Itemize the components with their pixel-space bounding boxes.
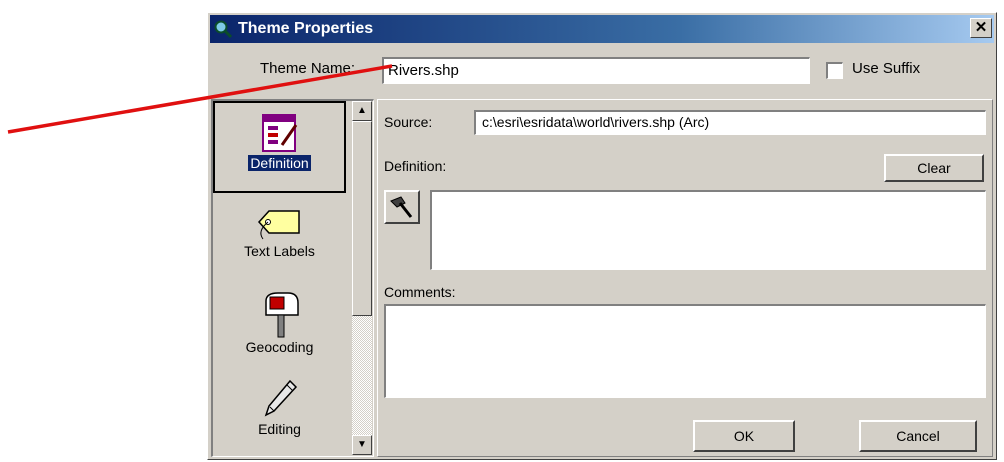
magnifier-app-icon [214, 20, 232, 38]
sidebar-item-label: Geocoding [245, 339, 314, 355]
scroll-up-button[interactable]: ▲ [352, 101, 372, 121]
sidebar-item-label: Editing [258, 421, 301, 437]
sidebar-item-geocoding[interactable]: Geocoding [213, 289, 346, 365]
scroll-thumb[interactable] [352, 121, 372, 316]
cancel-button[interactable]: Cancel [859, 420, 977, 452]
tag-icon [257, 210, 300, 240]
sidebar-scrollbar[interactable]: ▲ ▼ [352, 101, 372, 455]
definition-label: Definition: [384, 158, 447, 174]
close-button[interactable]: ✕ [970, 18, 992, 38]
sidebar-item-label: Text Labels [244, 243, 315, 259]
use-suffix-checkbox[interactable] [826, 62, 843, 79]
comments-textarea[interactable] [384, 304, 986, 398]
theme-name-input[interactable]: Rivers.shp [382, 57, 810, 84]
clear-button[interactable]: Clear [884, 154, 984, 182]
mailbox-icon [264, 292, 299, 338]
theme-name-label: Theme Name: [260, 60, 356, 77]
definition-panel: Source: c:\esri\esridata\world\rivers.sh… [377, 99, 993, 457]
scroll-down-button[interactable]: ▼ [352, 435, 372, 455]
definition-textarea[interactable] [430, 190, 986, 270]
sidebar-item-editing[interactable]: Editing [213, 371, 346, 457]
source-label: Source: [384, 114, 433, 130]
sidebar-item-text-labels[interactable]: Text Labels [213, 197, 346, 285]
theme-properties-dialog: Theme Properties ✕ Theme Name: Rivers.sh… [207, 12, 997, 460]
arrow-up-icon: ▲ [357, 105, 367, 116]
window-title: Theme Properties [238, 20, 374, 37]
sidebar-item-label: Definition [248, 155, 311, 171]
hammer-icon [390, 196, 413, 218]
query-builder-button[interactable] [384, 190, 420, 224]
title-bar[interactable]: Theme Properties ✕ [210, 15, 994, 43]
ok-button[interactable]: OK [693, 420, 795, 452]
use-suffix-label: Use Suffix [852, 60, 921, 77]
sidebar-item-definition[interactable]: Definition [213, 101, 346, 193]
comments-label: Comments: [384, 284, 456, 300]
arrow-down-icon: ▼ [357, 439, 367, 450]
close-icon: ✕ [974, 19, 988, 36]
source-field[interactable]: c:\esri\esridata\world\rivers.shp (Arc) [474, 110, 986, 135]
definition-icon [261, 114, 297, 152]
category-sidebar: Definition Text Labels Geocoding Editing… [211, 99, 374, 457]
pencil-icon [264, 379, 297, 417]
